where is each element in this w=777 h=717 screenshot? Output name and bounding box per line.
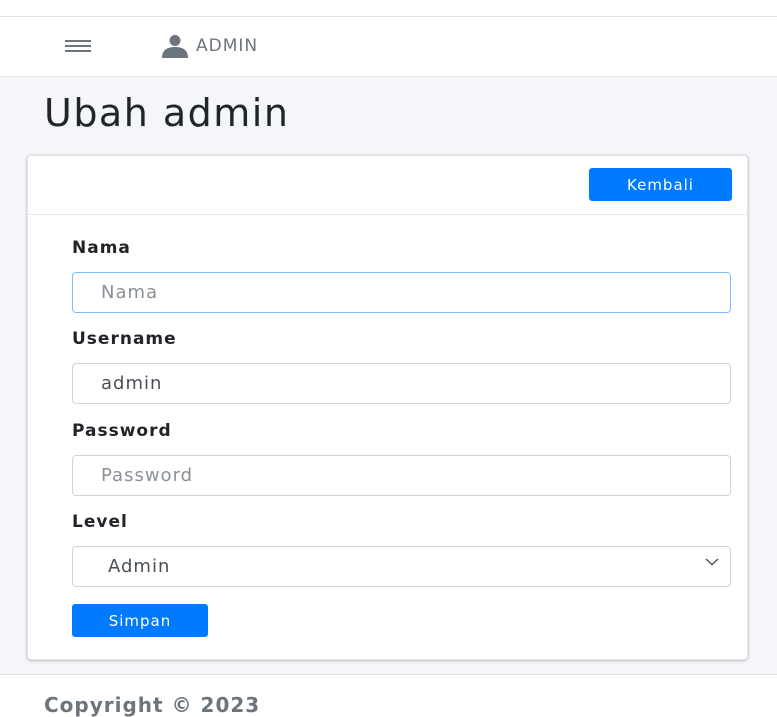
username-label: Username xyxy=(72,329,177,349)
top-navbar: ADMIN xyxy=(0,17,777,77)
level-select-wrapper: Admin xyxy=(72,532,731,587)
nama-input[interactable] xyxy=(72,272,731,313)
password-input[interactable] xyxy=(72,455,731,496)
level-group: Level Admin xyxy=(72,512,731,587)
card-header: Kembali xyxy=(28,156,747,215)
save-button[interactable]: Simpan xyxy=(72,604,208,637)
username-group: Username xyxy=(72,329,731,404)
user-menu[interactable]: ADMIN xyxy=(160,34,258,58)
level-select[interactable]: Admin xyxy=(72,546,731,587)
level-label: Level xyxy=(72,512,128,532)
copyright-text: Copyright © 2023 xyxy=(44,693,261,717)
form-card: Kembali Nama Username Password Level Adm… xyxy=(27,155,748,660)
back-button[interactable]: Kembali xyxy=(589,168,732,201)
page-title: Ubah admin xyxy=(44,91,290,135)
chevron-down-icon xyxy=(705,558,719,566)
hamburger-menu-icon[interactable] xyxy=(65,40,91,52)
password-group: Password xyxy=(72,421,731,496)
nama-group: Nama xyxy=(72,238,731,313)
username-input[interactable] xyxy=(72,363,731,404)
user-label: ADMIN xyxy=(196,36,259,56)
password-label: Password xyxy=(72,421,172,441)
user-icon xyxy=(162,35,188,58)
nama-label: Nama xyxy=(72,238,131,258)
footer: Copyright © 2023 xyxy=(0,674,777,717)
content-wrapper: Ubah admin Kembali Nama Username Passwor… xyxy=(0,77,777,674)
